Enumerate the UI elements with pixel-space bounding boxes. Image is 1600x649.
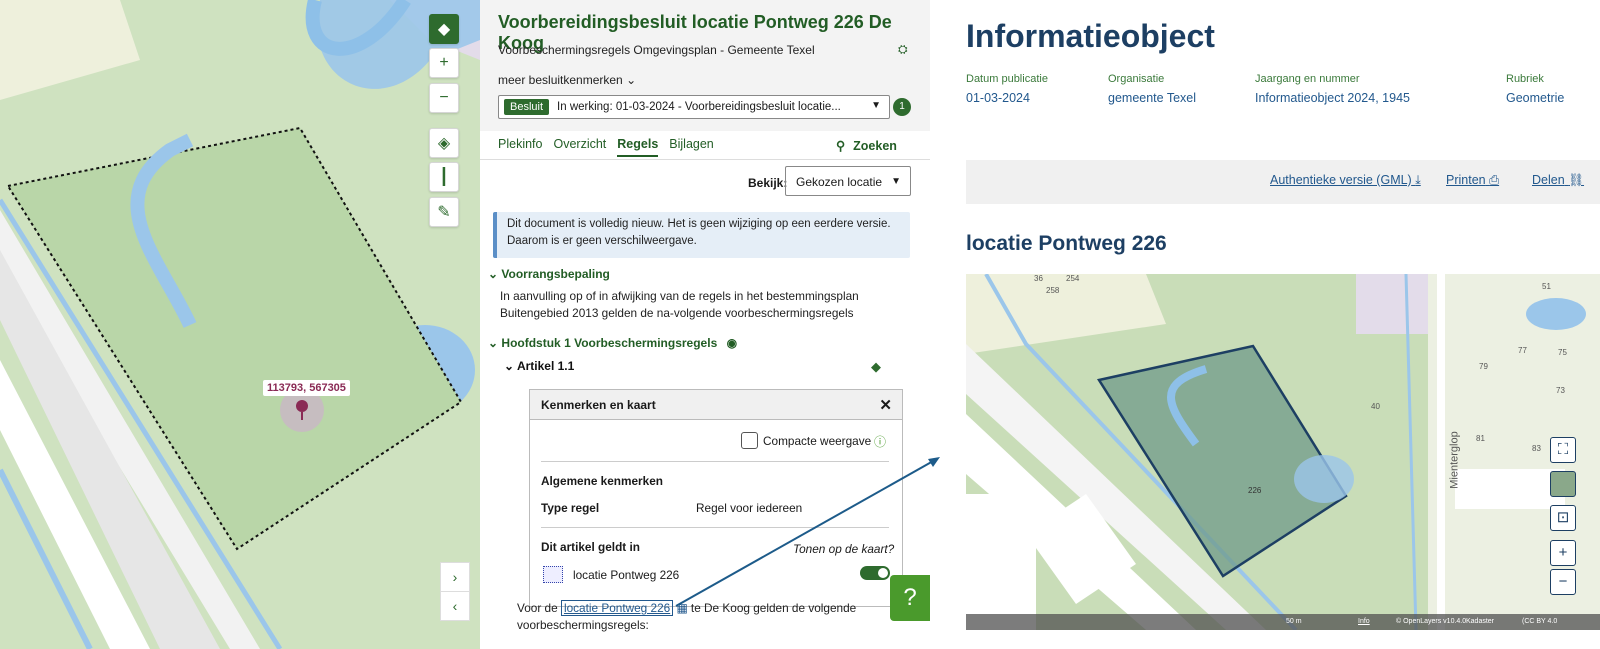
print-label: Printen — [1446, 173, 1486, 187]
share-link[interactable]: Delen ⛓ — [1532, 173, 1584, 188]
location-heading: locatie Pontweg 226 — [966, 232, 1167, 255]
house-number: 36 — [1034, 274, 1043, 283]
scale-label: 50 m — [1286, 618, 1302, 625]
gml-download-link[interactable]: Authentieke versie (GML) ⤓ — [1270, 173, 1421, 188]
house-number: 79 — [1479, 362, 1488, 371]
house-number: 254 — [1066, 274, 1080, 283]
openlayers-credit: © OpenLayers v10.4.0 — [1396, 618, 1467, 625]
fullscreen-icon: ⛶ — [1557, 441, 1569, 458]
fullscreen-button[interactable]: ⛶ — [1550, 437, 1576, 463]
plus-icon: + — [1558, 544, 1568, 561]
info-panel: Informatieobject Datum publicatie 01-03-… — [960, 0, 1600, 649]
house-number: 51 — [1542, 282, 1551, 291]
house-number: 73 — [1556, 386, 1565, 395]
meta-label-org: Organisatie — [1108, 73, 1165, 85]
meta-value-date: 01-03-2024 — [966, 91, 1030, 105]
meta-value-jaargang: Informatieobject 2024, 1945 — [1255, 91, 1410, 105]
house-number: 75 — [1558, 348, 1567, 357]
location-map-canvas — [966, 274, 1600, 630]
gml-label: Authentieke versie (GML) — [1270, 173, 1412, 187]
location-map[interactable]: Mienterglop 51 77 75 79 73 40 81 83 226 … — [966, 274, 1600, 630]
map-zoom-out-button[interactable]: − — [1550, 569, 1576, 595]
meta-value-rubriek: Geometrie — [1506, 91, 1565, 105]
meta-label-date: Datum publicatie — [966, 73, 1048, 85]
printer-icon: ⎙ — [1489, 173, 1500, 187]
attribution-info-link[interactable]: Info — [1358, 614, 1370, 630]
meta-value-org: gemeente Texel — [1108, 91, 1197, 105]
aerial-toggle-button[interactable] — [1550, 471, 1576, 497]
meta-label-jaargang: Jaargang en nummer — [1255, 73, 1360, 85]
house-number: 226 — [1248, 486, 1262, 495]
info-title: Informatieobject — [966, 18, 1215, 54]
download-icon: ⤓ — [1415, 173, 1421, 187]
map-attribution: 50 m Info © OpenLayers v10.4.0 Kadaster … — [966, 614, 1600, 630]
house-number: 40 — [1371, 402, 1380, 411]
print-link[interactable]: Printen ⎙ — [1446, 173, 1499, 188]
license-credit: (CC BY 4.0 — [1522, 618, 1558, 625]
meta-label-rubriek: Rubriek — [1506, 73, 1544, 85]
minus-icon: − — [1558, 573, 1568, 590]
house-number: 81 — [1476, 434, 1485, 443]
house-number: 258 — [1046, 286, 1060, 295]
extent-icon: ⊡ — [1556, 509, 1570, 526]
share-label: Delen — [1532, 173, 1565, 187]
house-number: 83 — [1532, 444, 1541, 453]
kadaster-credit: Kadaster — [1466, 618, 1495, 625]
house-number: 77 — [1518, 346, 1527, 355]
zoom-to-extent-button[interactable]: ⊡ — [1550, 505, 1576, 531]
link-icon: ⛓ — [1568, 173, 1585, 187]
street-label: Mienterglop — [1448, 431, 1461, 489]
map-zoom-in-button[interactable]: + — [1550, 540, 1576, 566]
